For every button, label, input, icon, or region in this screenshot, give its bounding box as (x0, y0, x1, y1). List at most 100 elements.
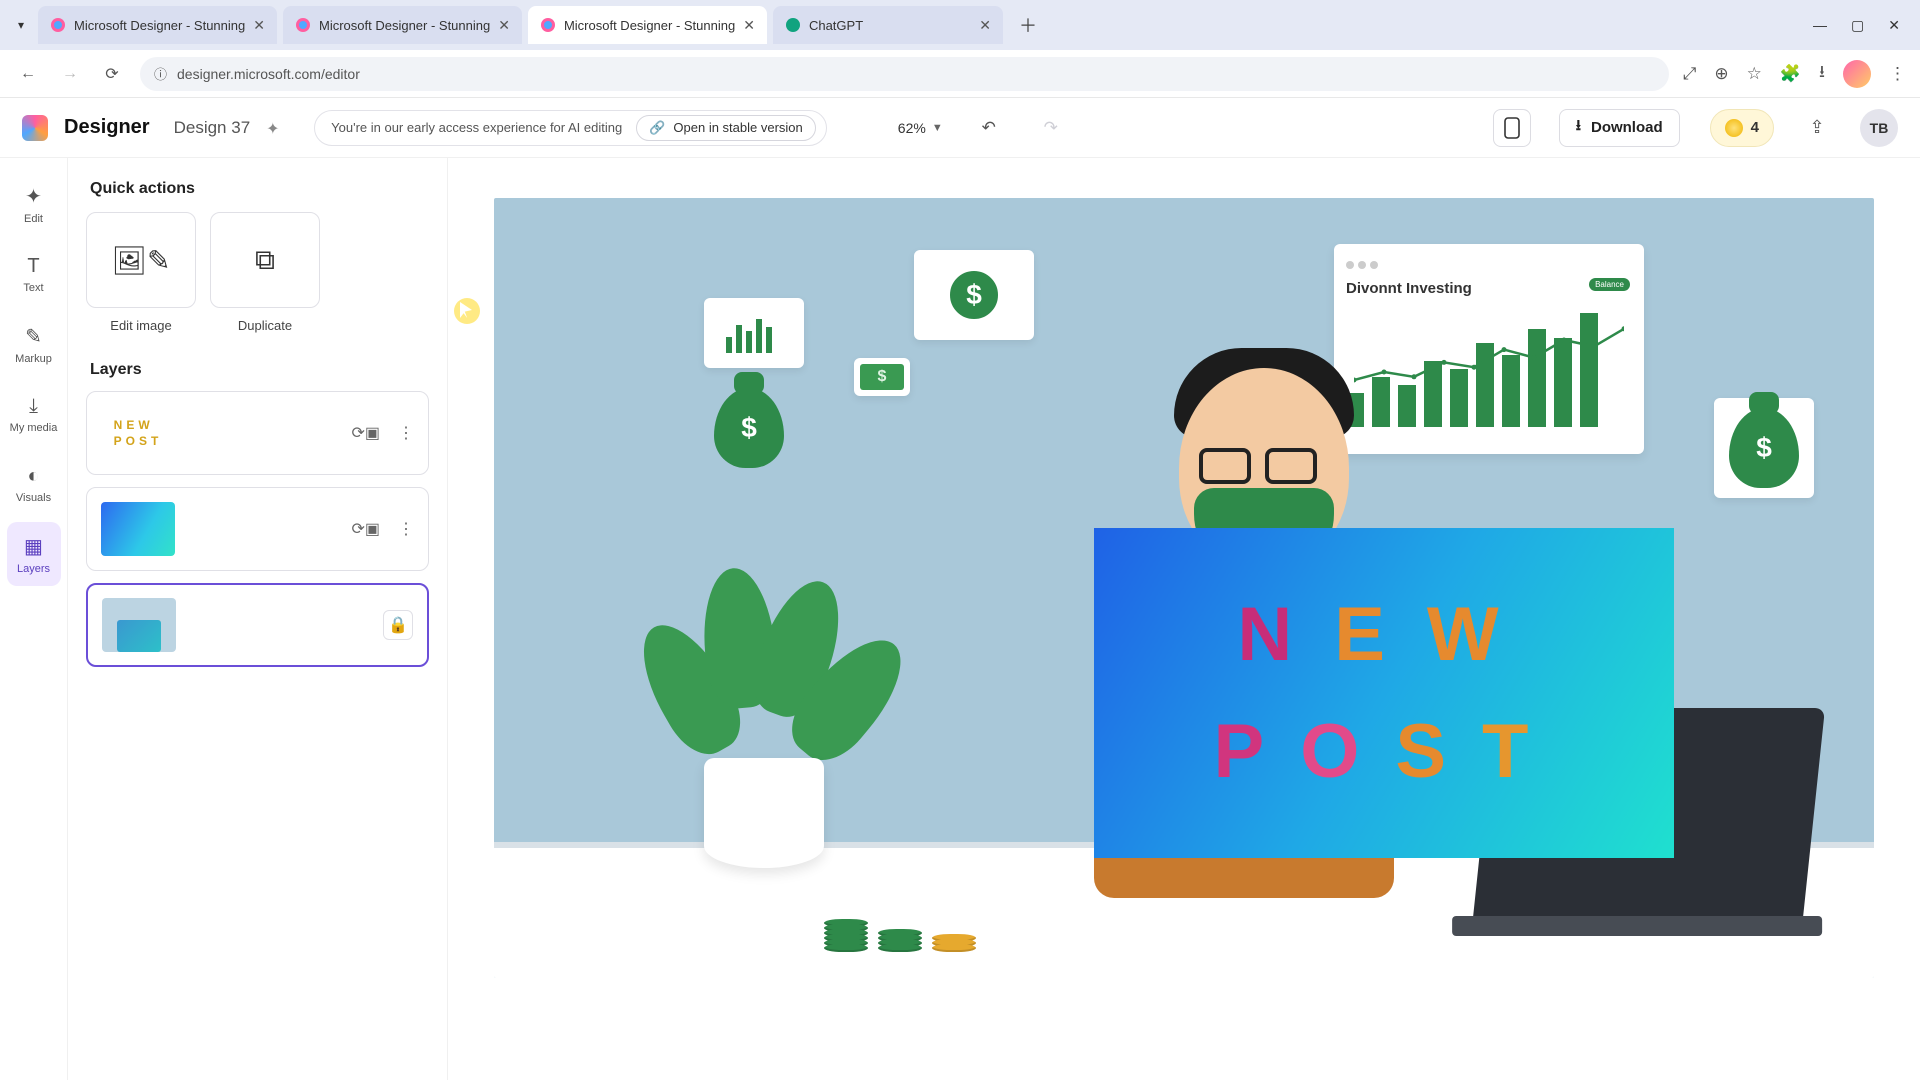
duplicate-button[interactable]: ⧉ (210, 212, 320, 308)
open-stable-label: Open in stable version (673, 120, 802, 135)
layer-more-icon[interactable]: ⋮ (398, 519, 414, 539)
scene-card-barchart (704, 298, 804, 368)
scene-money-bag-left: $ (714, 388, 784, 468)
overlay-word-1: NEW (1237, 591, 1530, 678)
dashboard-pill: Balance (1589, 278, 1630, 291)
design-name[interactable]: Design 37 (174, 118, 251, 138)
browser-tab-title: ChatGPT (809, 18, 971, 33)
layer-more-icon[interactable]: ⋮ (398, 423, 414, 443)
app-name: Designer (64, 116, 150, 139)
layer-item-gradient[interactable]: ⟳▣ ⋮ (86, 487, 429, 571)
tabs-dropdown-button[interactable]: ▾ (10, 14, 32, 36)
layers-icon: ▦ (24, 534, 43, 559)
rail-item-edit[interactable]: ✦ Edit (7, 172, 61, 236)
duplicate-label: Duplicate (238, 318, 292, 333)
layer-item-image[interactable]: 🔒 (86, 583, 429, 667)
rail-item-mymedia[interactable]: ⤓ My media (7, 382, 61, 446)
text-icon: T (27, 255, 39, 278)
new-tab-button[interactable]: ＋ (1013, 10, 1043, 40)
scene-plant (644, 528, 874, 868)
bookmark-icon[interactable]: ☆ (1747, 64, 1762, 84)
layer-lock-button[interactable]: 🔒 (383, 610, 413, 640)
quick-actions-title: Quick actions (90, 180, 425, 198)
install-app-icon[interactable]: ⤢ (1683, 64, 1697, 84)
designer-logo-icon[interactable] (22, 115, 48, 141)
rail-item-layers[interactable]: ▦ Layers (7, 522, 61, 586)
forward-button[interactable]: → (56, 60, 84, 88)
download-button[interactable]: ⭳ Download (1559, 109, 1680, 147)
generate-variations-icon[interactable]: ⟳▣ (351, 519, 380, 539)
kebab-menu-icon[interactable]: ⋮ (1889, 64, 1906, 84)
browser-tab-1[interactable]: Microsoft Designer - Stunning ✕ (38, 6, 277, 44)
zoom-selector[interactable]: 62% ▼ (898, 120, 943, 136)
browser-toolbar: ← → ⟳ ⓘ designer.microsoft.com/editor ⤢ … (0, 50, 1920, 98)
zoom-value: 62% (898, 120, 926, 136)
overlay-new-post[interactable]: NEW POST (1094, 528, 1674, 858)
designer-favicon-icon (295, 17, 311, 33)
layer-thumb-line1: NEW (114, 418, 163, 432)
close-window-button[interactable]: ✕ (1888, 17, 1900, 34)
early-access-notice: You're in our early access experience fo… (314, 110, 827, 146)
quick-action-edit-image: 🖼✎ Edit image (86, 212, 196, 333)
close-tab-icon[interactable]: ✕ (979, 17, 991, 34)
generate-variations-icon[interactable]: ⟳▣ (351, 423, 380, 443)
credits-count: 4 (1751, 119, 1759, 136)
edit-image-label: Edit image (110, 318, 171, 333)
coin-icon (1725, 119, 1743, 137)
chatgpt-favicon-icon (785, 17, 801, 33)
device-preview-button[interactable] (1493, 109, 1531, 147)
edit-image-button[interactable]: 🖼✎ (86, 212, 196, 308)
minimize-button[interactable]: — (1813, 17, 1827, 34)
browser-tab-title: Microsoft Designer - Stunning (74, 18, 245, 33)
sparkle-icon: ✦ (25, 184, 42, 209)
rail-label: Markup (15, 353, 52, 365)
canvas-area[interactable]: $ $ $ Divonnt Investing Balance (448, 158, 1920, 1080)
browser-tab-4[interactable]: ChatGPT ✕ (773, 6, 1003, 44)
scene-card-dollar: $ (914, 250, 1034, 340)
browser-tab-title: Microsoft Designer - Stunning (319, 18, 490, 33)
close-tab-icon[interactable]: ✕ (743, 17, 755, 34)
upload-icon: ⤓ (29, 395, 38, 418)
layer-thumb: NEW POST (101, 406, 175, 460)
close-tab-icon[interactable]: ✕ (498, 17, 510, 34)
browser-tabstrip: ▾ Microsoft Designer - Stunning ✕ Micros… (0, 0, 1920, 50)
downloads-icon[interactable]: ⭳ (1819, 59, 1825, 88)
layer-thumb-line2: POST (114, 434, 163, 448)
site-info-icon[interactable]: ⓘ (154, 64, 167, 83)
address-bar[interactable]: ⓘ designer.microsoft.com/editor (140, 57, 1669, 91)
pencil-icon: ✎ (25, 324, 42, 349)
profile-avatar[interactable] (1843, 60, 1871, 88)
extensions-icon[interactable]: 🧩 (1780, 64, 1801, 84)
chevron-down-icon: ▼ (932, 122, 943, 134)
toolbar-right: ⤢ ⊕ ☆ 🧩 ⭳ ⋮ (1683, 59, 1906, 88)
link-icon: 🔗 (649, 120, 665, 136)
rail-item-visuals[interactable]: ◐ Visuals (7, 452, 61, 516)
browser-tab-title: Microsoft Designer - Stunning (564, 18, 735, 33)
reload-button[interactable]: ⟳ (98, 60, 126, 88)
open-stable-button[interactable]: 🔗 Open in stable version (636, 115, 816, 141)
overlay-word-2: POST (1214, 708, 1555, 795)
ai-sparkle-icon[interactable]: ✦ (266, 119, 284, 137)
user-avatar[interactable]: TB (1860, 109, 1898, 147)
lock-icon: 🔒 (388, 615, 408, 635)
user-initials: TB (1870, 120, 1889, 136)
duplicate-icon: ⧉ (255, 244, 275, 277)
credits-badge[interactable]: 4 (1710, 109, 1774, 147)
rail-item-markup[interactable]: ✎ Markup (7, 312, 61, 376)
browser-tab-3[interactable]: Microsoft Designer - Stunning ✕ (528, 6, 767, 44)
design-canvas[interactable]: $ $ $ Divonnt Investing Balance (494, 198, 1874, 978)
zoom-icon[interactable]: ⊕ (1714, 64, 1728, 84)
edit-image-icon: 🖼✎ (111, 244, 170, 277)
layer-item-text[interactable]: NEW POST ⟳▣ ⋮ (86, 391, 429, 475)
app-header: Designer Design 37 ✦ You're in our early… (0, 98, 1920, 158)
scene-card-money-bag-right: $ (1714, 398, 1814, 498)
back-button[interactable]: ← (14, 60, 42, 88)
close-tab-icon[interactable]: ✕ (253, 17, 265, 34)
redo-button[interactable]: ↷ (1035, 112, 1067, 144)
browser-tab-2[interactable]: Microsoft Designer - Stunning ✕ (283, 6, 522, 44)
rail-item-text[interactable]: T Text (7, 242, 61, 306)
layer-thumb (101, 502, 175, 556)
undo-button[interactable]: ↶ (973, 112, 1005, 144)
maximize-button[interactable]: ▢ (1851, 17, 1864, 34)
share-button[interactable]: ⇪ (1800, 111, 1834, 145)
